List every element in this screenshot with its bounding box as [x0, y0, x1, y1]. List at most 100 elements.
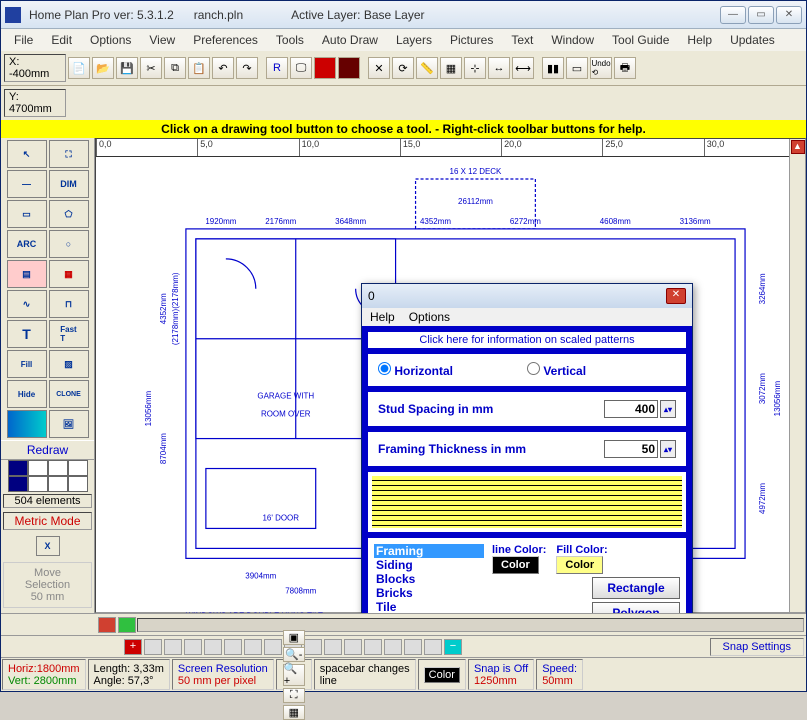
circle-tool[interactable]: ○ — [49, 230, 89, 258]
delete-icon[interactable]: ✕ — [368, 57, 390, 79]
hatch-tool[interactable]: ▤ — [7, 260, 47, 288]
fast-text-tool[interactable]: FastT — [49, 320, 89, 348]
undo2-icon[interactable]: Undo⟲ — [590, 57, 612, 79]
minimize-button[interactable]: — — [720, 6, 746, 24]
snap-btn[interactable] — [384, 639, 402, 655]
swatch-white3[interactable] — [68, 460, 88, 476]
zoom-win-icon[interactable]: ⛶ — [283, 688, 305, 703]
snap-btn[interactable] — [184, 639, 202, 655]
swatch-navy2[interactable] — [8, 476, 28, 492]
redo-icon[interactable]: ↷ — [236, 57, 258, 79]
zoom-in-icon[interactable]: 🔍+ — [283, 664, 305, 686]
mat-framing[interactable]: Framing — [374, 544, 484, 558]
mat-siding[interactable]: Siding — [374, 558, 484, 572]
swatch-white6[interactable] — [68, 476, 88, 492]
dialog-close-button[interactable]: ✕ — [666, 288, 686, 304]
open-icon[interactable]: 📂 — [92, 57, 114, 79]
swatch-white2[interactable] — [48, 460, 68, 476]
dim-icon[interactable]: ⟷ — [512, 57, 534, 79]
snap-minus-icon[interactable]: − — [444, 639, 462, 655]
swatch-white[interactable] — [28, 460, 48, 476]
vertical-radio[interactable] — [527, 362, 540, 375]
material-list[interactable]: Framing Siding Blocks Bricks Tile Shingl… — [374, 544, 484, 613]
swatch-navy[interactable] — [8, 460, 28, 476]
dialog-menu-help[interactable]: Help — [370, 310, 395, 324]
rect-tool[interactable]: ▭ — [7, 200, 47, 228]
line-color-button[interactable]: Color — [492, 556, 539, 574]
wall-tool[interactable]: ▦ — [49, 260, 89, 288]
mat-bricks[interactable]: Bricks — [374, 586, 484, 600]
menu-updates[interactable]: Updates — [723, 31, 782, 49]
redraw-button[interactable]: Redraw — [1, 440, 94, 460]
cut-icon[interactable]: ✂ — [140, 57, 162, 79]
menu-text[interactable]: Text — [504, 31, 540, 49]
snap-btn[interactable] — [424, 639, 442, 655]
menu-preferences[interactable]: Preferences — [186, 31, 265, 49]
menu-edit[interactable]: Edit — [44, 31, 79, 49]
dialog-info-link[interactable]: Click here for information on scaled pat… — [368, 332, 686, 348]
snap-btn[interactable] — [304, 639, 322, 655]
select-tool[interactable]: ↖ — [7, 140, 47, 168]
snap-btn[interactable] — [264, 639, 282, 655]
scroll-up-icon[interactable]: ▲ — [791, 140, 805, 154]
stop-icon[interactable] — [338, 57, 360, 79]
menu-pictures[interactable]: Pictures — [443, 31, 500, 49]
image-tool[interactable]: 🖼 — [49, 410, 89, 438]
mat-blocks[interactable]: Blocks — [374, 572, 484, 586]
poly-tool[interactable]: ⬠ — [49, 200, 89, 228]
curve-tool[interactable]: ∿ — [7, 290, 47, 318]
scrollbar-vertical[interactable]: ▲ — [789, 139, 805, 612]
new-icon[interactable]: 📄 — [68, 57, 90, 79]
snap-btn[interactable] — [324, 639, 342, 655]
zoom-fit-icon[interactable]: ▣ — [283, 630, 305, 645]
menu-help[interactable]: Help — [680, 31, 719, 49]
pattern-tool[interactable]: ▨ — [49, 350, 89, 378]
mat-tile[interactable]: Tile — [374, 600, 484, 613]
dim-tool[interactable]: DIM — [49, 170, 89, 198]
status-color-button[interactable]: Color — [424, 667, 460, 683]
rotate-icon[interactable]: ⟳ — [392, 57, 414, 79]
arc-tool[interactable]: ARC — [7, 230, 47, 258]
print-icon[interactable]: 🖶 — [614, 57, 636, 79]
rectangle-button[interactable]: Rectangle — [592, 577, 680, 599]
snap-btn[interactable] — [364, 639, 382, 655]
snap-plus-icon[interactable]: + — [124, 639, 142, 655]
x-button[interactable]: X — [36, 536, 60, 556]
swatch-white4[interactable] — [28, 476, 48, 492]
hide-tool[interactable]: Hide — [7, 380, 47, 408]
menu-file[interactable]: File — [7, 31, 40, 49]
swatch-white5[interactable] — [48, 476, 68, 492]
stud-input[interactable] — [604, 400, 658, 418]
menu-autodraw[interactable]: Auto Draw — [315, 31, 385, 49]
fill-color-button[interactable]: Color — [556, 556, 603, 574]
frame-spinner[interactable]: ▴▾ — [660, 440, 676, 458]
snap-btn[interactable] — [204, 639, 222, 655]
view2-icon[interactable]: ▭ — [566, 57, 588, 79]
dialog-menu-options[interactable]: Options — [409, 310, 450, 324]
snap-btn[interactable] — [344, 639, 362, 655]
zoom-out-icon[interactable]: 🔍- — [283, 647, 305, 662]
snap-settings-button[interactable]: Snap Settings — [710, 638, 805, 656]
undo-icon[interactable]: ↶ — [212, 57, 234, 79]
snap-btn[interactable] — [244, 639, 262, 655]
menu-layers[interactable]: Layers — [389, 31, 439, 49]
clone-tool[interactable]: CLONE — [49, 380, 89, 408]
rec-icon[interactable] — [314, 57, 336, 79]
paste-icon[interactable]: 📋 — [188, 57, 210, 79]
maximize-button[interactable]: ▭ — [748, 6, 774, 24]
door-tool[interactable]: ⊓ — [49, 290, 89, 318]
frame-input[interactable] — [604, 440, 658, 458]
close-button[interactable]: ✕ — [776, 6, 802, 24]
preview-icon[interactable]: 🖵 — [290, 57, 312, 79]
color-tool[interactable] — [7, 410, 47, 438]
text-tool[interactable]: T — [7, 320, 47, 348]
snap-btn[interactable] — [164, 639, 182, 655]
tool-r-icon[interactable]: R — [266, 57, 288, 79]
extend-icon[interactable]: ↔ — [488, 57, 510, 79]
menu-options[interactable]: Options — [83, 31, 138, 49]
scroll-right-icon[interactable] — [118, 617, 136, 633]
zoom-pixel-icon[interactable]: ▦ — [283, 705, 305, 720]
metric-mode[interactable]: Metric Mode — [3, 512, 92, 530]
line-tool[interactable]: — — [7, 170, 47, 198]
fill-tool[interactable]: Fill — [7, 350, 47, 378]
